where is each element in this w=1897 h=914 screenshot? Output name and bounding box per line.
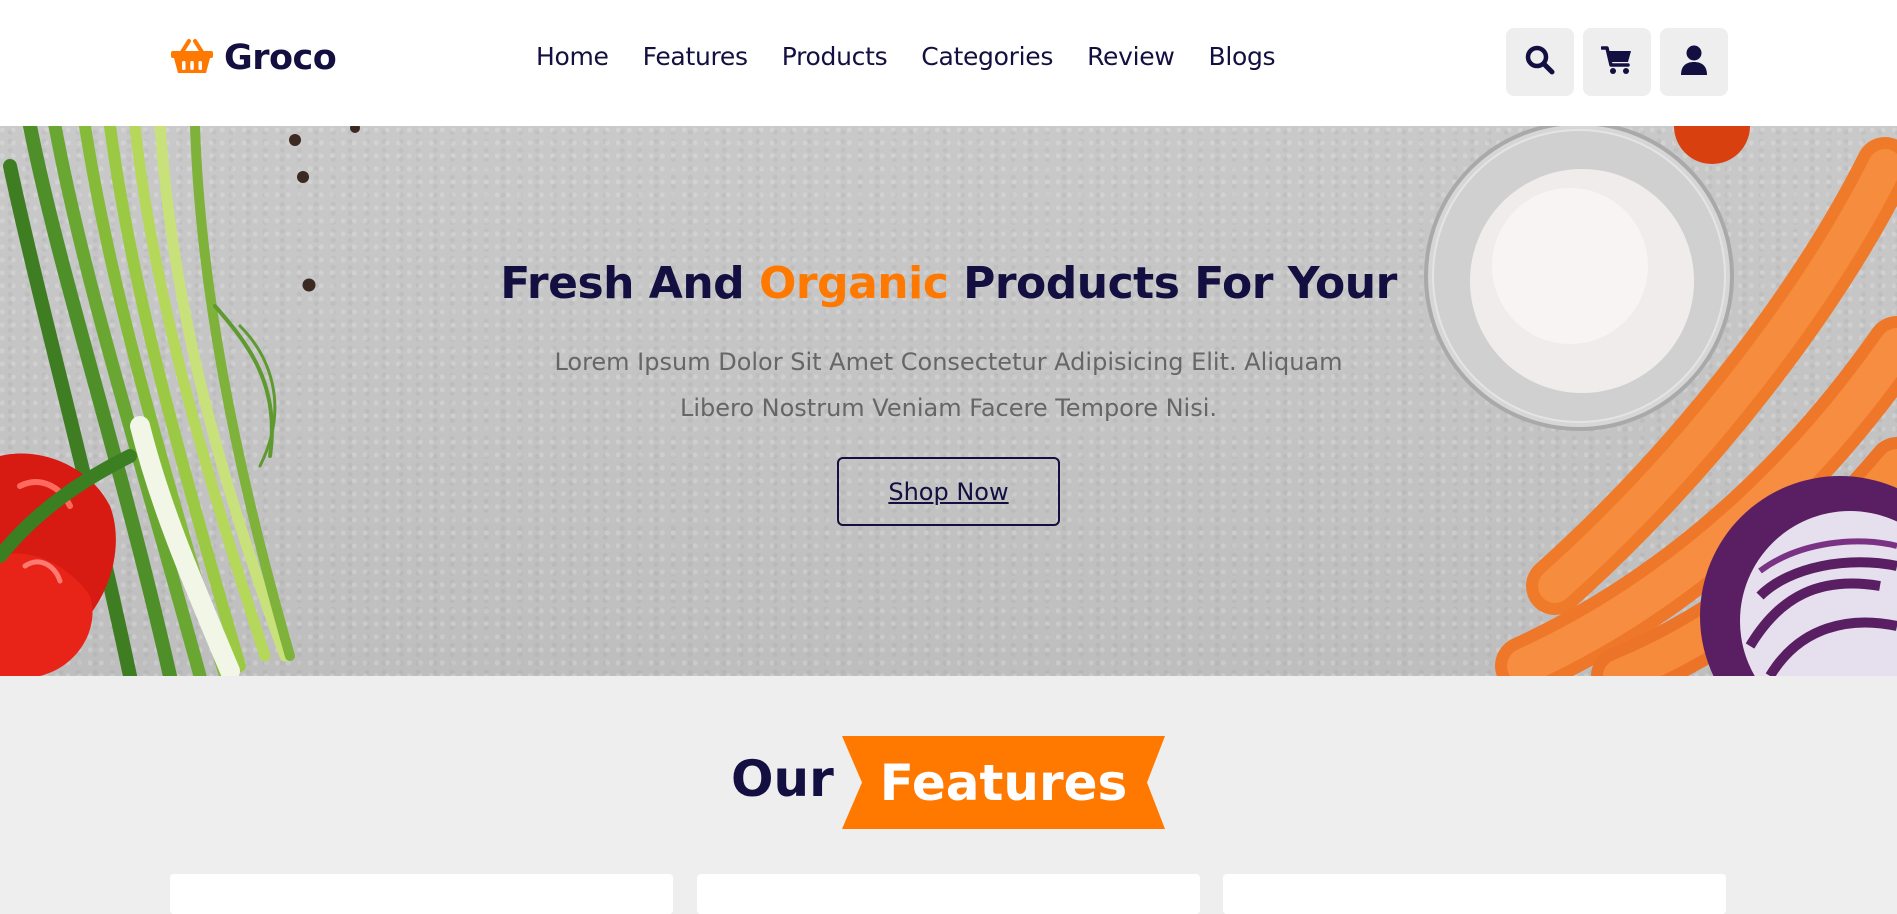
feature-card — [170, 874, 673, 914]
feature-card — [697, 874, 1200, 914]
nav-features[interactable]: Features — [643, 42, 748, 71]
main-nav: Home Features Products Categories Review… — [536, 42, 1276, 71]
nav-products[interactable]: Products — [782, 42, 888, 71]
basket-icon — [170, 38, 214, 78]
hero-title-part1: Fresh And — [500, 258, 759, 309]
hero-title-accent: Organic — [759, 258, 949, 309]
header-actions — [1506, 28, 1728, 96]
cart-button[interactable] — [1583, 28, 1651, 96]
hero-banner: Fresh And Organic Products For Your Lore… — [0, 126, 1897, 676]
hero-title-part2: Products For Your — [948, 258, 1397, 309]
nav-review[interactable]: Review — [1087, 42, 1175, 71]
search-icon — [1525, 45, 1555, 79]
features-section: Our Features — [0, 676, 1897, 914]
nav-home[interactable]: Home — [536, 42, 609, 71]
account-button[interactable] — [1660, 28, 1728, 96]
feature-card — [1223, 874, 1726, 914]
logo[interactable]: Groco — [170, 38, 337, 78]
nav-categories[interactable]: Categories — [921, 42, 1053, 71]
site-header: Groco Home Features Products Categories … — [0, 0, 1897, 126]
hero-title: Fresh And Organic Products For Your — [0, 258, 1897, 309]
section-heading-plain: Our — [731, 750, 834, 808]
shop-now-button[interactable]: Shop Now — [837, 457, 1060, 526]
hero-description: Lorem Ipsum Dolor Sit Amet Consectetur A… — [554, 348, 1343, 422]
hero-content: Fresh And Organic Products For Your Lore… — [0, 126, 1897, 676]
search-button[interactable] — [1506, 28, 1574, 96]
logo-text: Groco — [224, 38, 337, 78]
nav-blogs[interactable]: Blogs — [1208, 42, 1275, 71]
user-icon — [1680, 45, 1708, 79]
section-heading-accent: Features — [879, 753, 1128, 812]
cart-icon — [1600, 45, 1633, 79]
